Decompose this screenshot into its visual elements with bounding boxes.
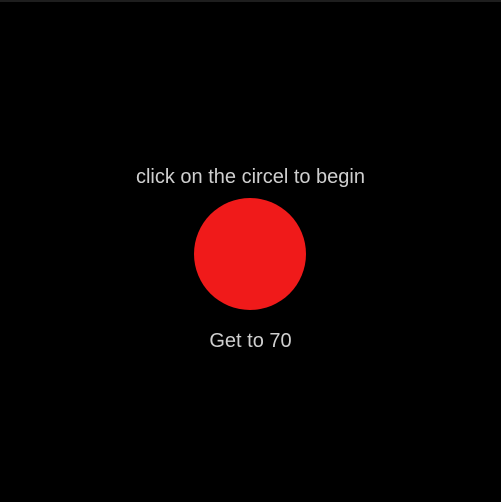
goal-text: Get to 70 — [209, 330, 292, 352]
start-instruction: click on the circel to begin — [135, 166, 365, 188]
target-circle[interactable] — [194, 198, 306, 310]
game-area: click on the circel to begin Get to 70 — [0, 0, 501, 502]
